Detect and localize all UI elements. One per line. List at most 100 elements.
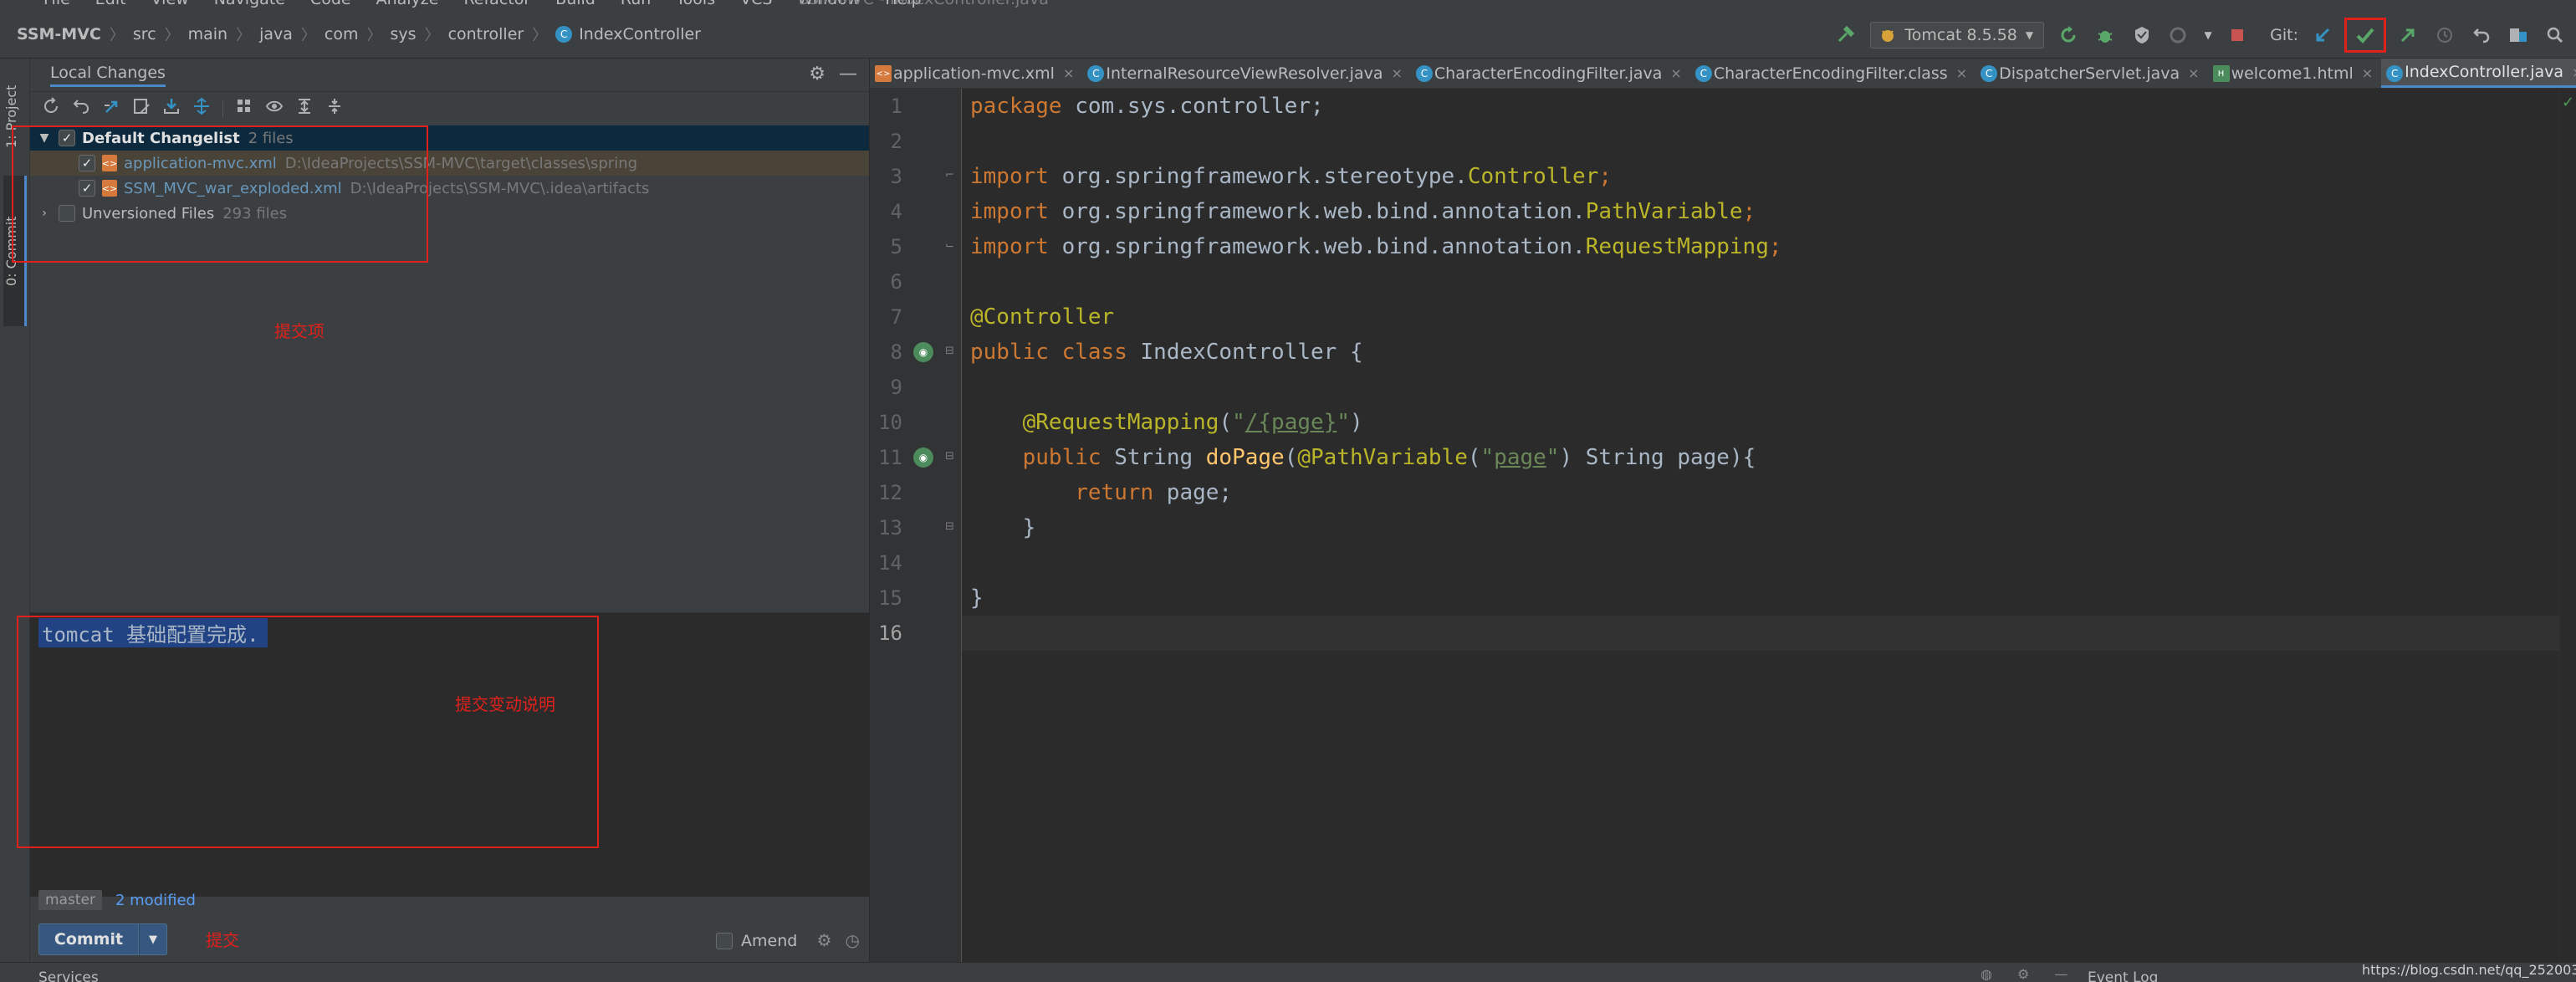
close-icon[interactable]: × xyxy=(2188,65,2199,81)
local-changes-tab[interactable]: Local Changes xyxy=(50,64,166,87)
history-clock-icon[interactable] xyxy=(2432,23,2457,48)
menu-code[interactable]: Code xyxy=(310,0,351,8)
spring-bean-icon[interactable]: ◉ xyxy=(913,342,933,362)
tab-indexcontroller[interactable]: C IndexController.java × xyxy=(2381,59,2576,88)
expand-all-icon[interactable] xyxy=(295,97,314,120)
code-line-4: import org.springframework.web.bind.anno… xyxy=(970,194,1756,229)
editor-gutter: 1 2 3 4 5 6 7 8 9 10 11 12 13 14 15 16 ⌐… xyxy=(870,89,962,962)
modified-count-link[interactable]: 2 modified xyxy=(115,892,196,909)
hide-icon[interactable]: — xyxy=(2054,966,2067,982)
git-label: Git: xyxy=(2270,26,2298,44)
line-number: 12 xyxy=(878,481,902,504)
class-declaration: IndexController { xyxy=(1127,340,1363,365)
paren: ( xyxy=(1467,445,1481,470)
hide-panel-icon[interactable]: — xyxy=(839,64,857,84)
line-number: 8 xyxy=(890,340,902,364)
breadcrumb-indexcontroller[interactable]: C IndexController xyxy=(555,25,701,43)
tab-dispatcherservlet[interactable]: C DispatcherServlet.java × xyxy=(1975,59,2207,88)
chevron-down-icon[interactable]: ▼ xyxy=(2203,23,2213,48)
git-update-project-icon[interactable] xyxy=(2310,23,2335,48)
close-icon[interactable]: × xyxy=(1391,65,1402,81)
breadcrumb-java[interactable]: java xyxy=(259,25,293,43)
breadcrumb-project[interactable]: SSM-MVC xyxy=(17,25,101,43)
gear-icon[interactable]: ⚙ xyxy=(2017,966,2029,982)
breadcrumb-separator-icon: 〉 xyxy=(424,27,440,44)
coverage-icon[interactable] xyxy=(2129,23,2154,48)
menu-analyze[interactable]: Analyze xyxy=(376,0,439,8)
commit-panel-header: Local Changes ⚙ — xyxy=(30,59,869,92)
import-package: org.springframework.web.bind.annotation. xyxy=(1048,199,1586,224)
tab-label: application-mvc.xml xyxy=(893,64,1055,83)
chevron-down-icon[interactable]: ▼ xyxy=(139,923,167,955)
git-commit-check-icon[interactable] xyxy=(2344,18,2386,53)
commit-button[interactable]: Commit xyxy=(38,923,139,955)
rerun-icon[interactable] xyxy=(2056,23,2081,48)
refresh-icon[interactable] xyxy=(42,97,60,120)
gear-icon[interactable]: ⚙ xyxy=(809,64,825,84)
tab-characterencodingfilter-class[interactable]: C CharacterEncodingFilter.class × xyxy=(1690,59,1975,88)
menu-refactor[interactable]: Refactor xyxy=(463,0,530,8)
event-log-button[interactable]: Event Log xyxy=(2088,969,2158,982)
stop-icon[interactable] xyxy=(2225,23,2250,48)
collapse-all-icon[interactable] xyxy=(325,97,344,120)
group-by-icon[interactable] xyxy=(192,97,211,120)
menu-run[interactable]: Run xyxy=(621,0,651,8)
breadcrumb: SSM-MVC 〉 src 〉 main 〉 java 〉 com 〉 sys … xyxy=(17,23,701,45)
menu-view[interactable]: View xyxy=(151,0,189,8)
amend-checkbox[interactable] xyxy=(716,933,733,949)
edit-changelist-icon[interactable] xyxy=(132,97,151,120)
fold-marker-icon[interactable]: ⊟ xyxy=(945,345,957,360)
show-diff-icon[interactable] xyxy=(102,97,120,120)
code-editor[interactable]: package com.sys.controller; import org.s… xyxy=(962,89,2559,962)
fold-marker-icon[interactable]: ⊟ xyxy=(945,520,957,535)
menu-build[interactable]: Build xyxy=(555,0,595,8)
group-icon[interactable] xyxy=(235,97,253,120)
eye-icon[interactable] xyxy=(265,97,284,120)
menu-navigate[interactable]: Navigate xyxy=(214,0,285,8)
breadcrumb-com[interactable]: com xyxy=(325,25,359,43)
profile-run-icon[interactable] xyxy=(2166,23,2191,48)
run-configuration-select[interactable]: Tomcat 8.5.58 ▼ xyxy=(1870,22,2045,49)
amend-option[interactable]: Amend xyxy=(716,932,797,950)
line-number: 14 xyxy=(878,551,902,575)
close-icon[interactable]: × xyxy=(2362,65,2373,81)
fold-marker-icon[interactable]: ⌙ xyxy=(945,239,957,254)
method-name: doPage xyxy=(1205,445,1285,470)
line-number: 16 xyxy=(878,621,902,645)
breadcrumb-controller[interactable]: controller xyxy=(448,25,524,43)
services-tool-button[interactable]: Services xyxy=(38,969,99,982)
breadcrumb-sys[interactable]: sys xyxy=(391,25,417,43)
menu-tools[interactable]: Tools xyxy=(676,0,715,8)
keyword: class xyxy=(1061,340,1127,365)
search-icon[interactable] xyxy=(2543,23,2568,48)
menu-vcs[interactable]: VCS xyxy=(740,0,772,8)
build-hammer-icon[interactable] xyxy=(1833,23,1858,48)
xml-file-icon: <> xyxy=(875,65,892,82)
tab-application-mvc-xml[interactable]: <> application-mvc.xml × xyxy=(870,59,1082,88)
close-icon[interactable]: × xyxy=(1956,65,1967,81)
close-icon[interactable]: × xyxy=(2572,64,2576,80)
breadcrumb-main[interactable]: main xyxy=(188,25,227,43)
menu-file[interactable]: File xyxy=(43,0,70,8)
shelve-icon[interactable] xyxy=(162,97,181,120)
project-structure-icon[interactable] xyxy=(2506,23,2531,48)
request-mapping-icon[interactable]: ◉ xyxy=(913,448,933,468)
rollback-icon[interactable] xyxy=(72,97,90,120)
fold-marker-icon[interactable]: ⌐ xyxy=(945,169,957,184)
fold-marker-icon[interactable]: ⊟ xyxy=(945,450,957,465)
rollback-icon[interactable] xyxy=(2469,23,2494,48)
tab-internalresourceviewresolver[interactable]: C InternalResourceViewResolver.java × xyxy=(1082,59,1411,88)
debug-bug-icon[interactable] xyxy=(2093,23,2118,48)
history-clock-icon[interactable]: ◷ xyxy=(846,930,860,950)
gear-icon[interactable]: ⚙ xyxy=(817,930,832,950)
git-push-icon[interactable] xyxy=(2395,23,2420,48)
globe-icon[interactable]: ◍ xyxy=(1981,966,1992,982)
tab-welcome1-html[interactable]: H welcome1.html × xyxy=(2208,59,2382,88)
menu-edit[interactable]: Edit xyxy=(95,0,126,8)
tab-characterencodingfilter-java[interactable]: C CharacterEncodingFilter.java × xyxy=(1411,59,1690,88)
breadcrumb-src[interactable]: src xyxy=(133,25,156,43)
close-icon[interactable]: × xyxy=(1063,65,1074,81)
inspection-ok-check-icon[interactable]: ✓ xyxy=(2562,94,2574,111)
close-icon[interactable]: × xyxy=(1670,65,1681,81)
branch-badge[interactable]: master xyxy=(38,890,102,910)
